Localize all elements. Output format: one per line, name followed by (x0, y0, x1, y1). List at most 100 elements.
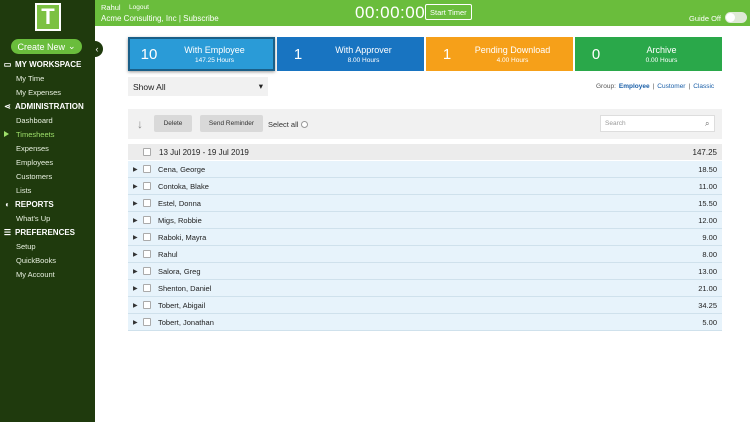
row-checkbox[interactable] (143, 250, 151, 258)
sidebar-nav: ▭ MY WORKSPACE My Time My Expenses ⋖ ADMINIST… (0, 57, 95, 281)
expand-triangle-icon[interactable]: ▶ (133, 166, 139, 173)
sidebar-item-my-time[interactable]: My Time (0, 71, 95, 85)
week-group-row: 13 Jul 2019 - 19 Jul 2019 147.25 (128, 144, 722, 161)
group-option-employee[interactable]: Employee (619, 83, 650, 90)
guide-toggle[interactable] (725, 12, 747, 23)
sidebar-item-quickbooks[interactable]: QuickBooks (0, 253, 95, 267)
status-tabs: 10 With Employee 147.25 Hours 1 With Appr… (128, 37, 722, 71)
send-reminder-button[interactable]: Send Reminder (200, 115, 263, 132)
employee-name: Migs, Robbie (158, 215, 202, 225)
row-checkbox[interactable] (143, 199, 151, 207)
timer-display: 00:00:00 (355, 3, 426, 22)
tab-count: 1 (442, 45, 452, 63)
search-box: ⌕ (600, 115, 715, 132)
tab-title: With Approver (335, 44, 392, 55)
nav-section-label: REPORTS (15, 199, 54, 209)
employee-hours: 5.00 (702, 317, 717, 327)
user-name: Rahul (101, 3, 121, 12)
nav-section-reports[interactable]: ◐ REPORTS (0, 197, 95, 211)
sidebar-item-dashboard[interactable]: Dashboard (0, 113, 95, 127)
nav-section-label: ADMINISTRATION (15, 101, 84, 111)
table-row[interactable]: ▶ Rahul 8.00 (128, 246, 722, 263)
tab-with-employee[interactable]: 10 With Employee 147.25 Hours (128, 37, 275, 71)
sidebar-item-expenses[interactable]: Expenses (0, 141, 95, 155)
sidebar-item-customers[interactable]: Customers (0, 169, 95, 183)
table-row[interactable]: ▶ Tobert, Abigail 34.25 (128, 297, 722, 314)
sidebar-item-my-account[interactable]: My Account (0, 267, 95, 281)
table-row[interactable]: ▶ Shenton, Daniel 21.00 (128, 280, 722, 297)
expand-triangle-icon[interactable]: ▶ (133, 285, 139, 292)
nav-section-label: PREFERENCES (15, 227, 76, 237)
table-row[interactable]: ▶ Raboki, Mayra 9.00 (128, 229, 722, 246)
select-all-label: Select all (268, 120, 299, 129)
tab-archive[interactable]: 0 Archive 0.00 Hours (575, 37, 722, 71)
create-new-button[interactable]: Create New ⌄ (11, 39, 82, 54)
group-option-customer[interactable]: Customer (657, 83, 685, 90)
expand-triangle-icon[interactable]: ▶ (133, 217, 139, 224)
row-checkbox[interactable] (143, 284, 151, 292)
tab-with-approver[interactable]: 1 With Approver 8.00 Hours (277, 37, 424, 71)
nav-section-administration[interactable]: ⋖ ADMINISTRATION (0, 99, 95, 113)
week-total: 147.25 (692, 147, 717, 157)
group-label: Group: (596, 83, 616, 90)
create-new-label: Create New (17, 41, 65, 52)
expand-triangle-icon[interactable]: ▶ (133, 302, 139, 309)
nav-section-preferences[interactable]: ☰ PREFERENCES (0, 225, 95, 239)
collapse-sidebar-button[interactable]: ‹ (91, 41, 103, 57)
share-icon: ⋖ (4, 101, 11, 111)
tab-title: Pending Download (474, 44, 551, 55)
expand-triangle-icon[interactable]: ▶ (133, 319, 139, 326)
sidebar-item-setup[interactable]: Setup (0, 239, 95, 253)
employee-hours: 8.00 (702, 249, 717, 259)
sidebar-item-what-s-up[interactable]: What's Up (0, 211, 95, 225)
sidebar-item-lists[interactable]: Lists (0, 183, 95, 197)
row-checkbox[interactable] (143, 165, 151, 173)
employee-hours: 21.00 (698, 283, 717, 293)
expand-triangle-icon[interactable]: ▶ (133, 200, 139, 207)
row-checkbox[interactable] (143, 267, 151, 275)
select-all[interactable]: Select all (268, 120, 309, 129)
group-option-classic[interactable]: Classic (693, 83, 714, 90)
table-row[interactable]: ▶ Cena, George 18.50 (128, 161, 722, 178)
search-icon[interactable]: ⌕ (705, 119, 709, 129)
table-row[interactable]: ▶ Contoka, Blake 11.00 (128, 178, 722, 195)
chevron-down-icon: ⌄ (67, 41, 76, 51)
nav-section-my-workspace[interactable]: ▭ MY WORKSPACE (0, 57, 95, 71)
row-checkbox[interactable] (143, 233, 151, 241)
table-row[interactable]: ▶ Tobert, Jonathan 5.00 (128, 314, 722, 331)
tab-title: Archive (646, 44, 677, 55)
employee-name: Tobert, Jonathan (158, 317, 214, 327)
week-checkbox[interactable] (143, 148, 151, 156)
table-row[interactable]: ▶ Salora, Greg 13.00 (128, 263, 722, 280)
logout-link[interactable]: Logout (129, 4, 149, 11)
sidebar-item-my-expenses[interactable]: My Expenses (0, 85, 95, 99)
select-all-radio[interactable] (301, 121, 309, 128)
row-checkbox[interactable] (143, 182, 151, 190)
tab-count: 0 (591, 45, 601, 63)
sidebar-item-timesheets[interactable]: Timesheets (0, 127, 95, 141)
dropdown-arrow-icon: ▾ (258, 81, 263, 91)
expand-triangle-icon[interactable]: ▶ (133, 183, 139, 190)
sort-down-icon[interactable]: ↓ (137, 117, 149, 131)
delete-button[interactable]: Delete (154, 115, 192, 132)
expand-triangle-icon[interactable]: ▶ (133, 268, 139, 275)
row-checkbox[interactable] (143, 216, 151, 224)
show-filter-dropdown[interactable]: Show All ▾ (128, 77, 268, 96)
employee-hours: 18.50 (698, 164, 717, 174)
employee-name: Rahul (158, 249, 178, 259)
search-input[interactable] (605, 120, 705, 127)
tab-pending-download[interactable]: 1 Pending Download 4.00 Hours (426, 37, 573, 71)
row-checkbox[interactable] (143, 301, 151, 309)
employee-name: Cena, George (158, 164, 206, 174)
start-timer-button[interactable]: Start Timer (425, 4, 472, 20)
tab-count: 1 (293, 45, 303, 63)
app-logo[interactable]: T (35, 3, 61, 31)
tab-hours: 0.00 Hours (645, 56, 678, 64)
expand-triangle-icon[interactable]: ▶ (133, 234, 139, 241)
row-checkbox[interactable] (143, 318, 151, 326)
sidebar-item-employees[interactable]: Employees (0, 155, 95, 169)
expand-triangle-icon[interactable]: ▶ (133, 251, 139, 258)
company-subscribe-link[interactable]: Acme Consulting, Inc | Subscribe (101, 14, 219, 23)
table-row[interactable]: ▶ Migs, Robbie 12.00 (128, 212, 722, 229)
table-row[interactable]: ▶ Estel, Donna 15.50 (128, 195, 722, 212)
